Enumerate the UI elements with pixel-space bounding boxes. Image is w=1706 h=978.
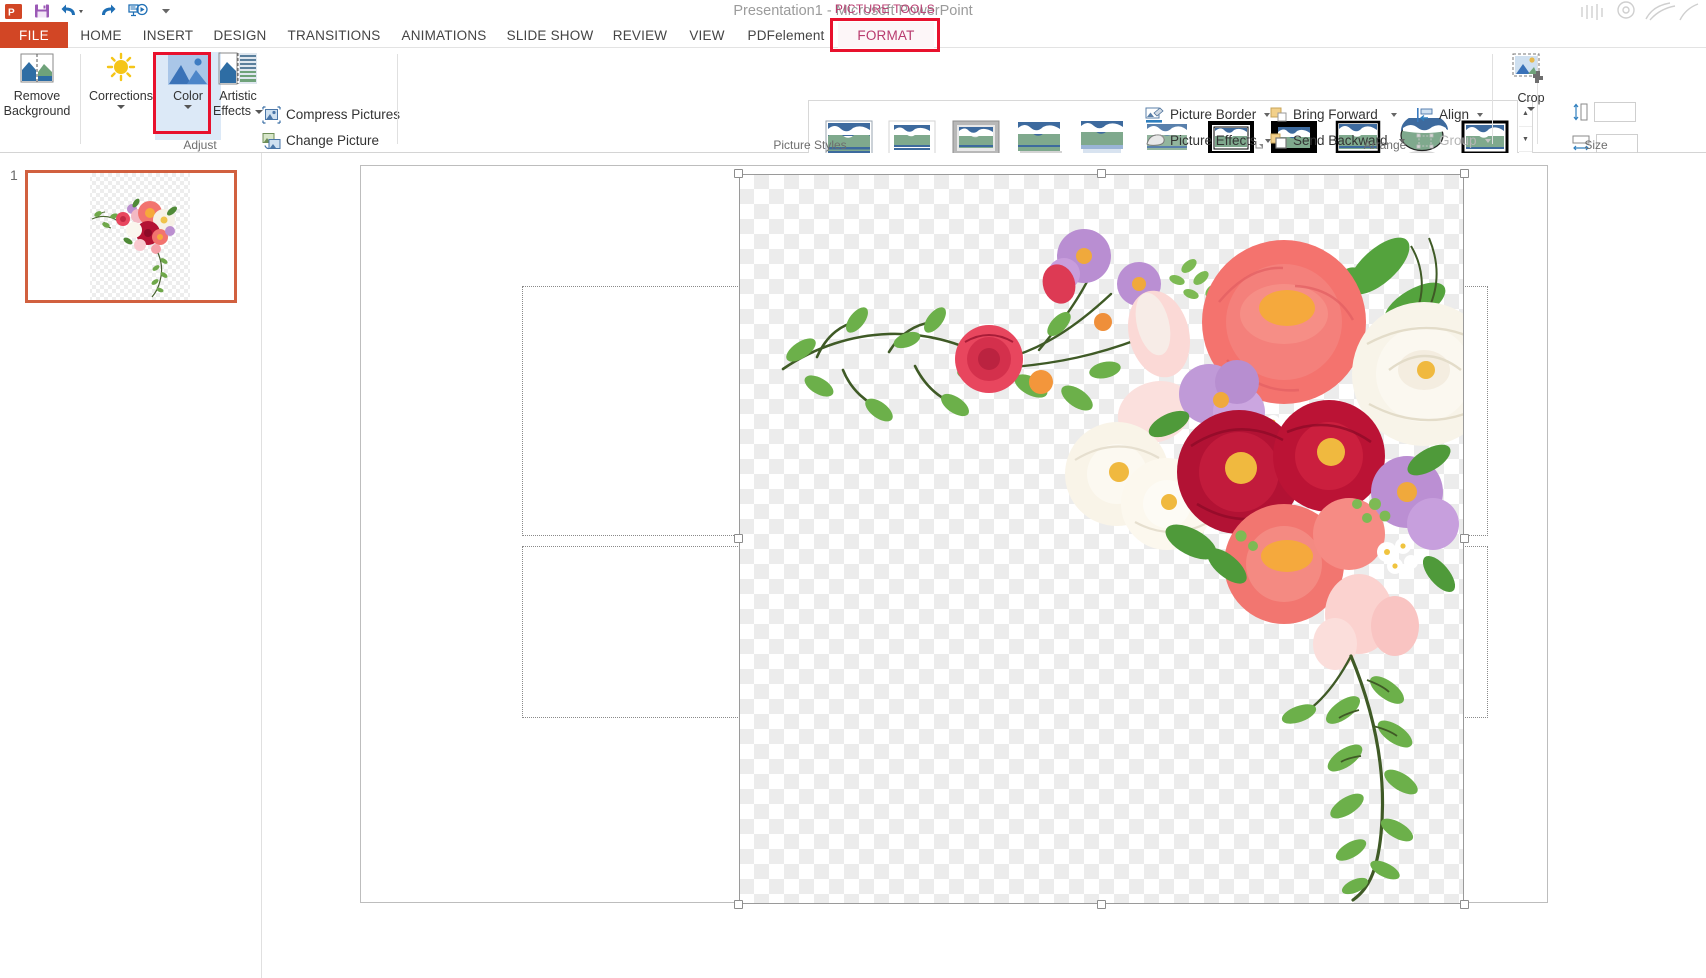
color-dropdown-icon[interactable]	[184, 105, 192, 109]
resize-handle-bottom-left[interactable]	[734, 900, 743, 909]
crop-label: Crop	[1517, 91, 1545, 105]
tab-design[interactable]: DESIGN	[206, 22, 274, 48]
quick-access-toolbar: P	[4, 0, 173, 22]
artistic-effects-label-1: Artistic	[219, 89, 257, 103]
height-icon	[1572, 102, 1588, 122]
resize-handle-top-right[interactable]	[1460, 169, 1469, 178]
slide-thumbnail-content	[28, 173, 234, 300]
align-button[interactable]: Align	[1416, 102, 1484, 127]
tab-slide-show[interactable]: SLIDE SHOW	[500, 22, 600, 48]
corrections-label: Corrections	[89, 89, 153, 103]
remove-background-icon	[19, 52, 55, 86]
crop-dropdown-icon[interactable]	[1527, 107, 1535, 111]
picture-selection-border	[739, 174, 1464, 904]
ribbon-group-adjust: Remove Background Corrections Color Arti…	[0, 48, 400, 174]
color-label: Color	[173, 89, 203, 103]
artistic-effects-label-2: Effects	[213, 104, 251, 118]
align-dropdown-icon[interactable]	[1477, 112, 1484, 117]
tab-transitions[interactable]: TRANSITIONS	[280, 22, 388, 48]
save-icon[interactable]	[33, 1, 51, 21]
picture-effects-button[interactable]: Picture Effects	[1145, 128, 1271, 153]
tab-format[interactable]: FORMAT	[838, 22, 934, 48]
window-controls	[1580, 0, 1700, 22]
redo-icon[interactable]	[97, 1, 117, 21]
powerpoint-logo-icon: P	[4, 1, 23, 21]
change-picture-label: Change Picture	[286, 133, 380, 148]
decorative-pattern-icon	[1581, 1, 1699, 21]
picture-effects-icon	[1145, 132, 1165, 150]
bring-forward-icon	[1270, 107, 1288, 123]
resize-handle-top-center[interactable]	[1097, 169, 1106, 178]
group-title-adjust: Adjust	[183, 138, 217, 152]
compress-pictures-button[interactable]: Compress Pictures	[262, 102, 400, 127]
ribbon-group-size: Crop Size	[1496, 48, 1706, 154]
resize-handle-bottom-right[interactable]	[1460, 900, 1469, 909]
workspace: 1	[0, 153, 1706, 978]
contextual-tools-label: PICTURE TOOLS	[834, 2, 936, 16]
powerpoint-window: Presentation1 - Microsoft PowerPoint P P…	[0, 0, 1706, 978]
group-title-picture-styles: Picture Styles	[773, 138, 847, 152]
slides-thumbnail-pane[interactable]: 1	[0, 153, 262, 978]
resize-handle-middle-right[interactable]	[1460, 534, 1469, 543]
crop-button[interactable]: Crop	[1498, 52, 1564, 140]
picture-border-icon	[1145, 106, 1165, 124]
group-title-arrange: Arrange	[1363, 138, 1407, 152]
group-title-size: Size	[1584, 138, 1608, 152]
slide-thumbnail-1[interactable]	[25, 170, 237, 303]
group-dropdown-icon	[1484, 138, 1491, 143]
tab-home[interactable]: HOME	[72, 22, 130, 48]
picture-border-button[interactable]: Picture Border	[1145, 102, 1271, 127]
slide-number-label: 1	[10, 167, 18, 183]
picture-styles-dialog-launcher[interactable]	[1255, 140, 1265, 150]
slide-canvas-pane[interactable]	[262, 153, 1706, 978]
customize-qat-icon[interactable]	[159, 1, 173, 21]
resize-handle-bottom-center[interactable]	[1097, 900, 1106, 909]
height-value[interactable]	[1594, 102, 1636, 122]
bring-forward-label: Bring Forward	[1293, 107, 1378, 122]
brightness-sun-icon	[103, 52, 139, 86]
bring-forward-button[interactable]: Bring Forward	[1270, 102, 1397, 127]
send-backward-icon	[1270, 133, 1288, 149]
align-label: Align	[1439, 107, 1470, 122]
svg-text:P: P	[8, 7, 15, 18]
ribbon-tab-strip: FILE HOME INSERT DESIGN TRANSITIONS ANIM…	[0, 22, 1706, 48]
compress-pictures-label: Compress Pictures	[286, 107, 401, 122]
corrections-dropdown-icon[interactable]	[117, 105, 125, 109]
tab-animations[interactable]: ANIMATIONS	[392, 22, 496, 48]
resize-handle-middle-left[interactable]	[734, 534, 743, 543]
align-icon	[1416, 107, 1434, 123]
slide-canvas[interactable]	[360, 165, 1548, 909]
tab-pdfelement[interactable]: PDFelement	[740, 22, 832, 48]
resize-handle-top-left[interactable]	[734, 169, 743, 178]
remove-background-label-2: Background	[3, 104, 71, 118]
thumbnail-floral-preview	[28, 173, 234, 300]
floral-bouquet-image[interactable]	[734, 169, 1469, 909]
ribbon-group-picture-styles: ▲ ▼ ▼ Picture Border	[400, 48, 1538, 178]
start-slideshow-icon[interactable]	[127, 1, 149, 21]
tab-file[interactable]: FILE	[0, 22, 68, 48]
bring-forward-dropdown-icon[interactable]	[1390, 112, 1397, 117]
remove-background-label-1: Remove	[13, 89, 61, 103]
undo-icon[interactable]	[61, 1, 87, 21]
picture-border-label: Picture Border	[1170, 107, 1257, 122]
compress-pictures-icon	[262, 105, 281, 124]
crop-icon	[1511, 52, 1551, 88]
remove-background-button[interactable]: Remove Background	[4, 52, 70, 140]
picture-effects-label: Picture Effects	[1170, 133, 1257, 148]
tab-insert[interactable]: INSERT	[136, 22, 200, 48]
ribbon-group-arrange: Bring Forward Send Backward Align Group …	[1270, 48, 1496, 175]
color-picture-icon	[167, 52, 209, 86]
shape-height-field[interactable]	[1572, 102, 1636, 122]
artistic-effects-icon	[218, 52, 258, 86]
tab-view[interactable]: VIEW	[680, 22, 734, 48]
corrections-button[interactable]: Corrections	[88, 52, 154, 140]
ribbon: Remove Background Corrections Color Arti…	[0, 48, 1706, 178]
tab-review[interactable]: REVIEW	[606, 22, 674, 48]
